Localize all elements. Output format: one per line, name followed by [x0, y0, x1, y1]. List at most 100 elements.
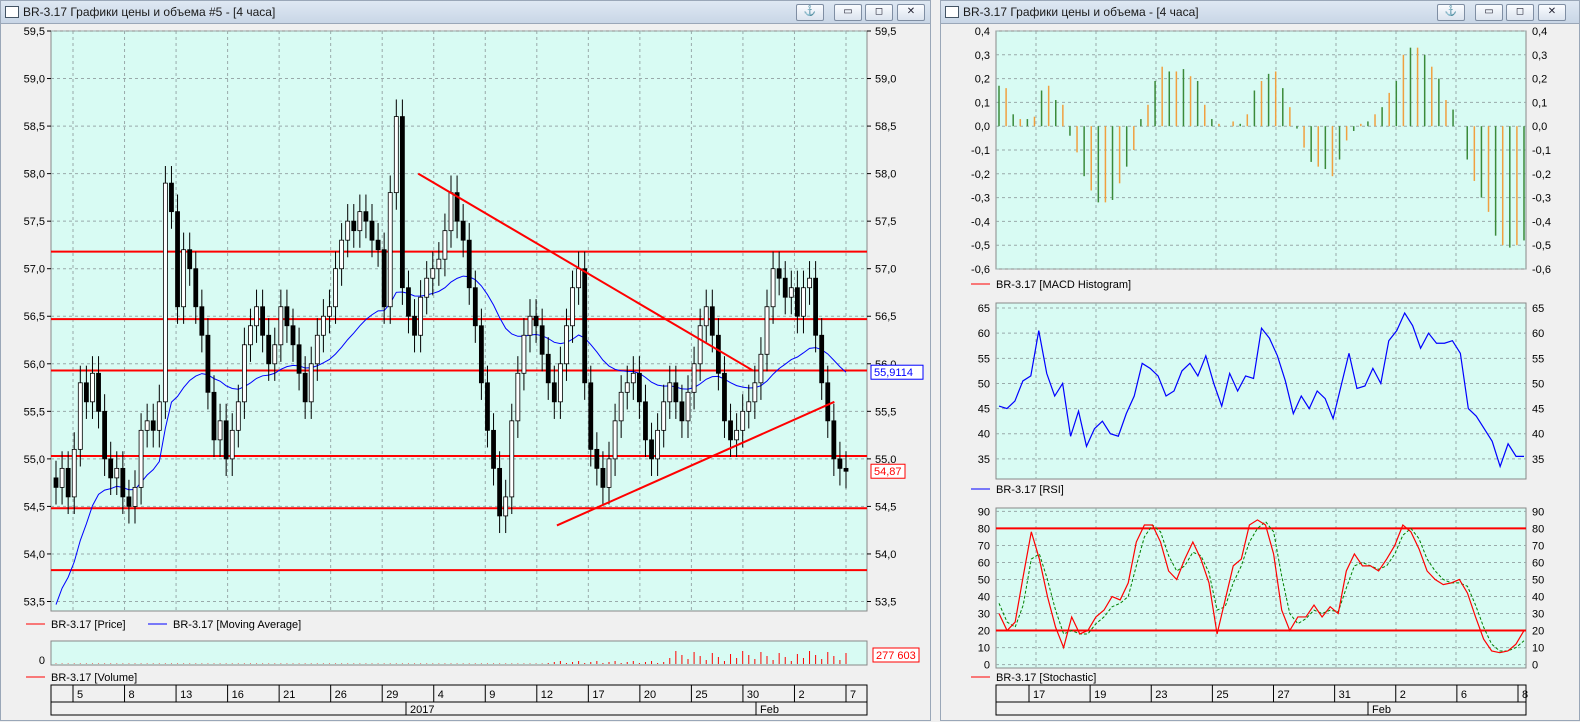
- price-chart-area[interactable]: 53,5 53,554,0 54,054,5 54,555,0 55,055,5 55,5…: [1, 24, 932, 722]
- candle-body: [223, 420, 229, 460]
- rsi-legend-label: BR-3.17 [RSI]: [996, 484, 1064, 496]
- indicator-y-tick-label: -0,1: [971, 145, 990, 157]
- restore-button[interactable]: ◻: [865, 4, 893, 21]
- indicator-y-tick-label: -0,5: [971, 240, 990, 252]
- x-day-label: 25: [695, 689, 707, 701]
- indicator-x-day-label: 23: [1155, 689, 1167, 701]
- candle-body: [248, 325, 253, 346]
- x-day-label: 29: [386, 689, 398, 701]
- candle-body: [770, 268, 776, 308]
- price-y-tick-label-right: 59,0: [875, 74, 896, 86]
- candle-body: [96, 372, 101, 412]
- candle-body: [308, 363, 314, 403]
- indicator-y-tick-label: 0,4: [975, 26, 990, 38]
- candle-body: [539, 325, 545, 355]
- x-day-label: 13: [180, 689, 192, 701]
- candle-body: [564, 325, 569, 365]
- candle-body: [126, 496, 132, 507]
- candle-body: [393, 116, 399, 194]
- volume-zero-label: 0: [39, 655, 45, 667]
- candle-body: [630, 372, 636, 384]
- indicator-y-tick-label-right: 10: [1532, 643, 1544, 655]
- candle-body: [102, 410, 108, 460]
- candle-body: [661, 401, 667, 431]
- candle-body: [302, 372, 308, 403]
- candle-body: [65, 467, 71, 498]
- indicator-y-tick-label: 65: [978, 303, 990, 315]
- candle-body: [375, 239, 381, 251]
- candle-body: [813, 277, 819, 336]
- indicator-y-tick-label-right: 35: [1532, 454, 1544, 466]
- indicator-y-tick-label-right: -0,3: [1532, 193, 1551, 205]
- indicator-x-day-label: 25: [1216, 689, 1228, 701]
- candle-body: [77, 382, 83, 450]
- candle-body: [807, 277, 812, 289]
- candle-body: [120, 467, 126, 498]
- indicator-chart-area[interactable]: -0,6 -0,6 -0,5 -0,5 -0,4 -0,4 -0,3 -0,3 -0,2 -0,2…: [941, 24, 1580, 722]
- indicator-y-tick-label-right: -0,1: [1532, 145, 1551, 157]
- candle-body: [83, 382, 89, 403]
- stochastic-legend-label: BR-3.17 [Stochastic]: [996, 672, 1096, 684]
- x-day-label: 5: [77, 689, 83, 701]
- candle-body: [254, 306, 259, 327]
- candle-body: [825, 382, 831, 422]
- x-day-label: 16: [232, 689, 244, 701]
- price-y-tick-label: 58,0: [24, 169, 45, 181]
- price-y-tick-label-right: 58,5: [875, 121, 896, 133]
- candle-body: [606, 458, 612, 488]
- price-y-tick-label-right: 57,0: [875, 264, 896, 276]
- candle-body: [399, 116, 405, 289]
- indicator-y-tick-label-right: 70: [1532, 540, 1544, 552]
- candle-body: [752, 382, 758, 403]
- candle-body: [406, 287, 411, 317]
- minimize-button[interactable]: ▭: [834, 4, 862, 21]
- price-y-tick-label-right: 53,5: [875, 596, 896, 608]
- candle-body: [59, 467, 65, 488]
- indicator-y-tick-label-right: 40: [1532, 592, 1544, 604]
- candle-body: [260, 306, 266, 336]
- indicator-y-tick-label-right: 45: [1532, 404, 1544, 416]
- indicator-y-tick-label: 50: [978, 378, 990, 390]
- candle-body: [679, 401, 685, 422]
- candle-body: [746, 401, 752, 412]
- candle-body: [162, 182, 168, 403]
- window-icon: [945, 6, 959, 18]
- x-day-label: 2: [798, 689, 804, 701]
- candle-body: [509, 420, 515, 498]
- price-legend-label: BR-3.17 [Price]: [51, 619, 126, 631]
- candle-body: [327, 306, 332, 317]
- indicator-y-tick-label-right: -0,5: [1532, 240, 1551, 252]
- indicator-y-tick-label: 60: [978, 557, 990, 569]
- candle-body: [199, 306, 205, 336]
- candle-body: [296, 344, 302, 374]
- candle-body: [715, 334, 721, 374]
- candle-body: [314, 334, 320, 365]
- anchor-button[interactable]: ⚓: [1437, 4, 1465, 21]
- candle-body: [612, 420, 618, 460]
- candle-body: [424, 277, 430, 298]
- candle-body: [175, 211, 180, 308]
- candle-body: [491, 429, 496, 469]
- minimize-button[interactable]: ▭: [1475, 4, 1503, 21]
- indicator-y-tick-label-right: 80: [1532, 523, 1544, 535]
- candle-body: [594, 448, 600, 469]
- candle-body: [241, 344, 247, 403]
- candle-body: [764, 306, 770, 355]
- x-month-label: 2017: [410, 704, 434, 716]
- indicator-x-day-label: 6: [1461, 689, 1467, 701]
- candle-body: [557, 363, 563, 403]
- price-window-titlebar[interactable]: BR-3.17 Графики цены и объема #5 - [4 ча…: [1, 1, 930, 24]
- indicator-y-tick-label: 40: [978, 429, 990, 441]
- indicator-y-tick-label-right: 50: [1532, 378, 1544, 390]
- anchor-button[interactable]: ⚓: [796, 4, 824, 21]
- indicator-window-titlebar[interactable]: BR-3.17 Графики цены и объема - [4 часа]…: [941, 1, 1579, 24]
- candle-body: [758, 353, 764, 384]
- x-day-label: 21: [283, 689, 295, 701]
- restore-button[interactable]: ◻: [1506, 4, 1534, 21]
- price-y-tick-label-right: 58,0: [875, 169, 896, 181]
- candle-body: [448, 192, 454, 232]
- x-month-label: Feb: [760, 704, 779, 716]
- close-button[interactable]: ✕: [897, 4, 925, 21]
- candle-body: [776, 268, 782, 279]
- close-button[interactable]: ✕: [1538, 4, 1566, 21]
